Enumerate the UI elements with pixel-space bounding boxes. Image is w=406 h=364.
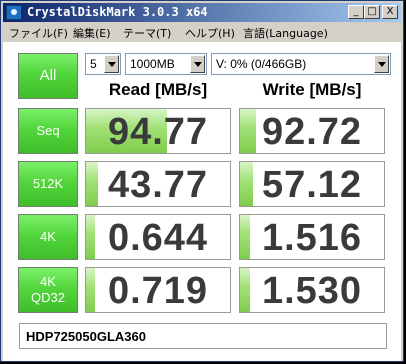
- chevron-down-icon[interactable]: [104, 55, 119, 73]
- close-button[interactable]: X: [382, 5, 398, 19]
- comment-field[interactable]: HDP725050GLA360: [19, 323, 387, 349]
- 4k-qd32-test-button[interactable]: 4K QD32: [18, 267, 78, 313]
- 512k-write-value: 57.12: [261, 164, 363, 206]
- app-disk-icon: [6, 5, 22, 20]
- size-value: 1000MB: [130, 57, 175, 71]
- menu-file[interactable]: ファイル(F): [9, 25, 68, 41]
- read-header: Read [MB/s]: [108, 80, 208, 99]
- 4k-test-button[interactable]: 4K: [18, 214, 78, 260]
- menu-help[interactable]: ヘルプ(H): [185, 25, 235, 41]
- comment-text: HDP725050GLA360: [26, 329, 146, 344]
- drive-value: V: 0% (0/466GB): [216, 57, 307, 71]
- 4k-read-cell: 0.644: [85, 214, 231, 260]
- 512k-test-button[interactable]: 512K: [18, 161, 78, 207]
- menu-language[interactable]: 言語(Language): [243, 25, 328, 41]
- menu-theme[interactable]: テーマ(T): [123, 25, 171, 41]
- 512k-label: 512K: [32, 176, 64, 191]
- chevron-down-icon[interactable]: [190, 55, 205, 73]
- seq-read-value: 94.77: [107, 111, 209, 153]
- seq-read-cell: 94.77: [85, 108, 231, 154]
- menu-edit[interactable]: 編集(E): [73, 25, 111, 41]
- write-header: Write [MB/s]: [262, 80, 362, 99]
- seq-write-cell: 92.72: [239, 108, 385, 154]
- menu-bar: ファイル(F) 編集(E) テーマ(T) ヘルプ(H) 言語(Language): [3, 23, 401, 41]
- seq-write-value: 92.72: [261, 111, 363, 153]
- title-bar[interactable]: CrystalDiskMark 3.0.3 x64 _ □ X: [3, 3, 401, 22]
- runs-value: 5: [90, 57, 97, 71]
- seq-label: Seq: [36, 123, 60, 138]
- minimize-button[interactable]: _: [348, 5, 364, 19]
- 4k-read-value: 0.644: [107, 217, 209, 259]
- 512k-read-value: 43.77: [107, 164, 209, 206]
- 4k-write-value: 1.516: [261, 217, 363, 259]
- 4k-qd32-read-value: 0.719: [107, 270, 209, 312]
- 4k-qd32-read-cell: 0.719: [85, 267, 231, 313]
- seq-test-button[interactable]: Seq: [18, 108, 78, 154]
- 512k-read-cell: 43.77: [85, 161, 231, 207]
- run-all-button[interactable]: All: [18, 53, 78, 99]
- 4k-write-cell: 1.516: [239, 214, 385, 260]
- 4k-qd32-label-line2: QD32: [31, 290, 65, 305]
- 512k-write-cell: 57.12: [239, 161, 385, 207]
- runs-select[interactable]: 5: [85, 53, 121, 75]
- 4k-qd32-write-value: 1.530: [261, 270, 363, 312]
- window-title: CrystalDiskMark 3.0.3 x64: [27, 5, 208, 19]
- run-all-label: All: [39, 67, 57, 84]
- chevron-down-icon[interactable]: [374, 55, 389, 73]
- 4k-qd32-label-line1: 4K: [40, 274, 56, 289]
- app-window: CrystalDiskMark 3.0.3 x64 _ □ X ファイル(F) …: [0, 0, 404, 362]
- 4k-label: 4K: [40, 229, 56, 244]
- size-select[interactable]: 1000MB: [125, 53, 207, 75]
- maximize-button[interactable]: □: [364, 5, 380, 19]
- 4k-qd32-write-cell: 1.530: [239, 267, 385, 313]
- drive-select[interactable]: V: 0% (0/466GB): [211, 53, 391, 75]
